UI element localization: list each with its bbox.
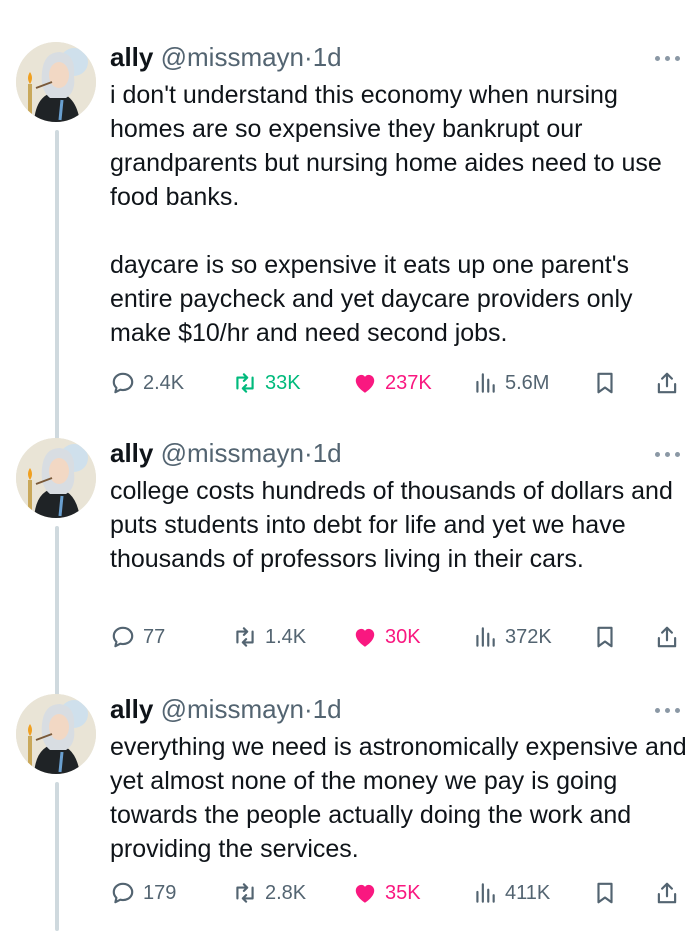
avatar-portrait-image (16, 438, 96, 518)
tweet-header: ally @missmayn·1d (110, 42, 342, 72)
heart-filled-icon (355, 628, 375, 647)
bookmark-icon (597, 626, 613, 648)
heart-filled-icon (355, 884, 375, 903)
action-bar: 2.4K 33K 237K 5.6M (0, 366, 700, 400)
view-count: 372K (505, 625, 552, 648)
reply-count: 77 (143, 625, 166, 648)
tweet-header: ally @missmayn·1d (110, 438, 342, 468)
bookmark-icon (597, 372, 613, 394)
share-button[interactable] (654, 876, 680, 910)
avatar[interactable] (16, 438, 96, 518)
share-icon (657, 372, 677, 394)
heart-filled-icon (355, 374, 375, 393)
reply-button[interactable]: 179 (110, 876, 176, 910)
like-count: 237K (385, 371, 432, 394)
share-icon (657, 882, 677, 904)
share-button[interactable] (654, 620, 680, 654)
separator-dot: · (304, 438, 313, 468)
like-button[interactable]: 35K (352, 876, 421, 910)
timestamp[interactable]: 1d (313, 694, 342, 724)
author-handle[interactable]: @missmayn (161, 438, 304, 468)
retweet-icon (236, 883, 254, 903)
retweet-count: 33K (265, 371, 301, 394)
author-handle[interactable]: @missmayn (161, 694, 304, 724)
view-count: 411K (505, 881, 551, 904)
views-button[interactable]: 411K (472, 876, 550, 910)
retweet-count: 2.8K (265, 881, 307, 904)
view-count: 5.6M (505, 371, 550, 394)
thread-line (55, 526, 59, 698)
separator-dot: · (304, 42, 313, 72)
reply-count: 179 (143, 881, 177, 904)
bookmark-icon (597, 882, 613, 904)
tweet-header: ally @missmayn·1d (110, 694, 342, 724)
more-options-icon[interactable] (653, 700, 683, 720)
retweet-button[interactable]: 2.8K (232, 876, 306, 910)
author-name[interactable]: ally (110, 438, 153, 468)
reply-icon (112, 372, 134, 394)
like-count: 35K (385, 881, 421, 904)
bookmark-button[interactable] (592, 620, 618, 654)
bar-chart-icon (476, 627, 495, 647)
share-icon (657, 626, 677, 648)
reply-button[interactable]: 77 (110, 620, 165, 654)
retweet-button[interactable]: 1.4K (232, 620, 306, 654)
views-button[interactable]: 5.6M (472, 366, 549, 400)
action-bar: 179 2.8K 35K 411K (0, 876, 700, 910)
author-name[interactable]: ally (110, 42, 153, 72)
like-count: 30K (385, 625, 421, 648)
avatar[interactable] (16, 42, 96, 122)
retweet-count: 1.4K (265, 625, 307, 648)
retweet-icon (236, 627, 254, 647)
timestamp[interactable]: 1d (313, 42, 342, 72)
bookmark-button[interactable] (592, 366, 618, 400)
retweet-button[interactable]: 33K (232, 366, 301, 400)
separator-dot: · (304, 694, 313, 724)
avatar-portrait-image (16, 694, 96, 774)
like-button[interactable]: 237K (352, 366, 432, 400)
more-options-icon[interactable] (653, 48, 683, 68)
reply-icon (112, 882, 134, 904)
bar-chart-icon (476, 373, 495, 393)
reply-button[interactable]: 2.4K (110, 366, 184, 400)
reply-icon (112, 626, 134, 648)
author-name[interactable]: ally (110, 694, 153, 724)
like-button[interactable]: 30K (352, 620, 421, 654)
views-button[interactable]: 372K (472, 620, 552, 654)
more-options-icon[interactable] (653, 444, 683, 464)
avatar-portrait-image (16, 42, 96, 122)
author-handle[interactable]: @missmayn (161, 42, 304, 72)
reply-count: 2.4K (143, 371, 185, 394)
timestamp[interactable]: 1d (313, 438, 342, 468)
tweet-text: i don't understand this economy when nur… (110, 81, 662, 347)
bookmark-button[interactable] (592, 876, 618, 910)
action-bar: 77 1.4K 30K 372K (0, 620, 700, 654)
tweet-text: everything we need is astronomically exp… (110, 733, 694, 863)
avatar[interactable] (16, 694, 96, 774)
tweet-text: college costs hundreds of thousands of d… (110, 477, 680, 573)
retweet-icon (236, 373, 254, 393)
bar-chart-icon (476, 883, 495, 903)
share-button[interactable] (654, 366, 680, 400)
